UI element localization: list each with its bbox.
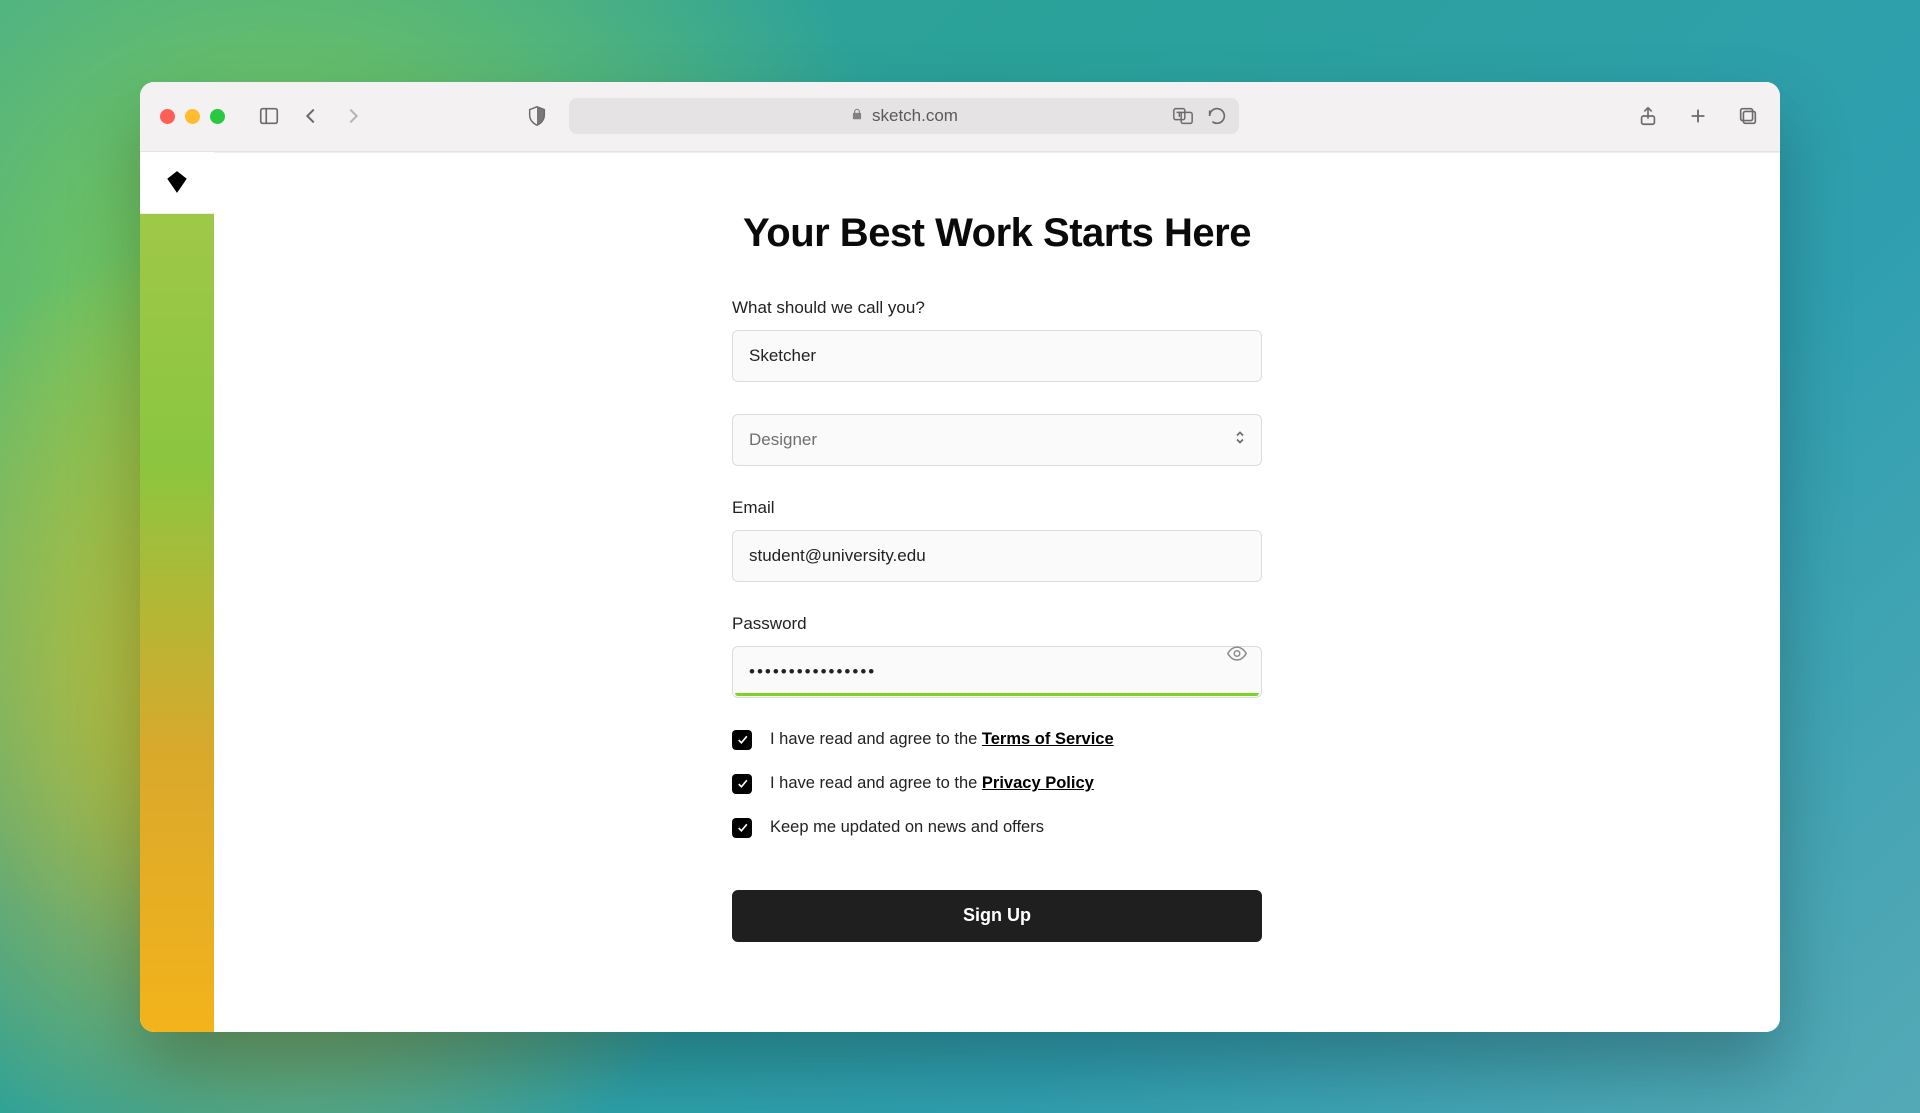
new-tab-icon[interactable] (1686, 104, 1710, 128)
reload-icon[interactable] (1205, 104, 1229, 128)
updates-check-row: Keep me updated on news and offers (732, 818, 1262, 838)
window-close-icon[interactable] (160, 109, 175, 124)
name-label: What should we call you? (732, 298, 1262, 318)
sidebar-toggle-icon[interactable] (257, 104, 281, 128)
traffic-lights (160, 109, 225, 124)
privacy-link[interactable]: Privacy Policy (982, 774, 1094, 792)
nav-back-icon[interactable] (299, 104, 323, 128)
password-label: Password (732, 614, 1262, 634)
signup-button[interactable]: Sign Up (732, 890, 1262, 942)
window-zoom-icon[interactable] (210, 109, 225, 124)
browser-window: sketch.com (140, 82, 1780, 1032)
email-label: Email (732, 498, 1262, 518)
role-select[interactable]: Designer (732, 414, 1262, 466)
url-host: sketch.com (872, 106, 958, 126)
page-body: Your Best Work Starts Here What should w… (140, 152, 1780, 1032)
updates-checkbox[interactable] (732, 818, 752, 838)
email-input[interactable] (732, 530, 1262, 582)
eye-icon[interactable] (1226, 642, 1248, 669)
translate-icon[interactable] (1171, 104, 1195, 128)
password-strength-bar (735, 693, 1259, 696)
nav-forward-icon[interactable] (341, 104, 365, 128)
tos-checkbox[interactable] (732, 730, 752, 750)
tos-check-row: I have read and agree to the Terms of Se… (732, 730, 1262, 750)
lock-icon (850, 106, 864, 126)
page-title: Your Best Work Starts Here (743, 211, 1251, 256)
privacy-shield-icon[interactable] (525, 104, 549, 128)
tos-text: I have read and agree to the Terms of Se… (770, 730, 1114, 749)
share-icon[interactable] (1636, 104, 1660, 128)
brand-side-strip (140, 152, 214, 1032)
window-minimize-icon[interactable] (185, 109, 200, 124)
password-input[interactable] (732, 646, 1262, 698)
sketch-logo[interactable] (140, 152, 214, 214)
privacy-text: I have read and agree to the Privacy Pol… (770, 774, 1094, 793)
privacy-checkbox[interactable] (732, 774, 752, 794)
url-bar[interactable]: sketch.com (569, 98, 1239, 134)
updates-text: Keep me updated on news and offers (770, 818, 1044, 837)
signup-content: Your Best Work Starts Here What should w… (214, 152, 1780, 1032)
safari-toolbar: sketch.com (140, 82, 1780, 152)
signup-form: What should we call you? Designer Email (732, 298, 1262, 942)
tab-overview-icon[interactable] (1736, 104, 1760, 128)
privacy-check-row: I have read and agree to the Privacy Pol… (732, 774, 1262, 794)
name-input[interactable] (732, 330, 1262, 382)
tos-link[interactable]: Terms of Service (982, 730, 1114, 748)
